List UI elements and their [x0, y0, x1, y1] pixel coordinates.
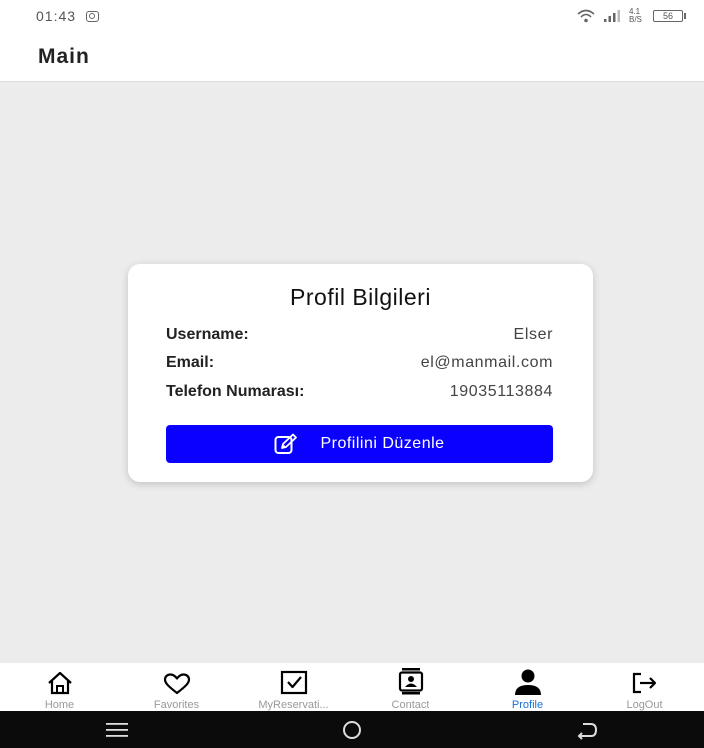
logout-icon — [632, 672, 656, 694]
nav-item-home[interactable]: Home — [12, 663, 107, 711]
bottom-navigation: Home Favorites MyReservati... Contact Pr… — [0, 663, 704, 711]
camera-notification-icon — [86, 10, 100, 22]
status-bar: 01:43 4.1 B/S 56 — [0, 0, 704, 32]
menu-icon — [106, 722, 129, 737]
email-label: Email: — [166, 354, 215, 371]
nav-item-profile[interactable]: Profile — [480, 663, 575, 711]
system-back-button[interactable] — [557, 715, 617, 745]
nav-label-favorites: Favorites — [153, 699, 200, 711]
home-circle-icon — [342, 720, 361, 739]
email-value: el@manmail.com — [420, 354, 553, 371]
signal-icon — [604, 10, 620, 22]
system-home-button[interactable] — [322, 715, 382, 745]
home-icon — [47, 671, 72, 695]
nav-label-profile: Profile — [511, 699, 544, 711]
nav-label-logout: LogOut — [626, 699, 663, 711]
network-speed: 4.1 B/S — [629, 7, 642, 24]
edit-profile-button[interactable]: Profilini Düzenle — [166, 425, 553, 463]
status-left: 01:43 — [36, 8, 100, 24]
system-navigation-bar — [0, 711, 704, 748]
person-icon — [514, 669, 541, 695]
nav-item-contact[interactable]: Contact — [363, 663, 458, 711]
profile-card: Profil Bilgileri Username: Elser Email: … — [128, 264, 593, 482]
edit-profile-label: Profilini Düzenle — [320, 435, 445, 452]
edit-icon — [274, 433, 298, 454]
back-icon — [577, 722, 597, 740]
checkbox-icon — [280, 670, 307, 695]
battery-level: 56 — [653, 10, 683, 22]
page-title: Main — [38, 45, 90, 68]
heart-icon — [163, 673, 190, 695]
phone-label: Telefon Numarası: — [166, 383, 305, 400]
phone-row: Telefon Numarası: 19035113884 — [166, 383, 553, 401]
nav-label-contact: Contact — [391, 699, 430, 711]
nav-label-home: Home — [44, 699, 75, 711]
nav-item-logout[interactable]: LogOut — [597, 663, 692, 711]
nav-label-myreservations: MyReservati... — [258, 699, 329, 711]
status-time: 01:43 — [36, 8, 77, 24]
wifi-icon — [577, 9, 595, 23]
nav-item-favorites[interactable]: Favorites — [129, 663, 224, 711]
profile-card-title: Profil Bilgileri — [290, 284, 431, 310]
recent-apps-button[interactable] — [87, 715, 147, 745]
nav-item-myreservations[interactable]: MyReservati... — [246, 663, 341, 711]
phone-value: 19035113884 — [449, 383, 553, 400]
status-right: 4.1 B/S 56 — [577, 8, 686, 24]
app-bar: Main — [0, 32, 704, 82]
username-row: Username: Elser — [166, 326, 553, 344]
email-row: Email: el@manmail.com — [166, 354, 553, 372]
contact-icon — [398, 668, 423, 695]
username-value: Elser — [513, 326, 553, 343]
username-label: Username: — [166, 326, 249, 343]
battery-icon: 56 — [653, 10, 686, 22]
